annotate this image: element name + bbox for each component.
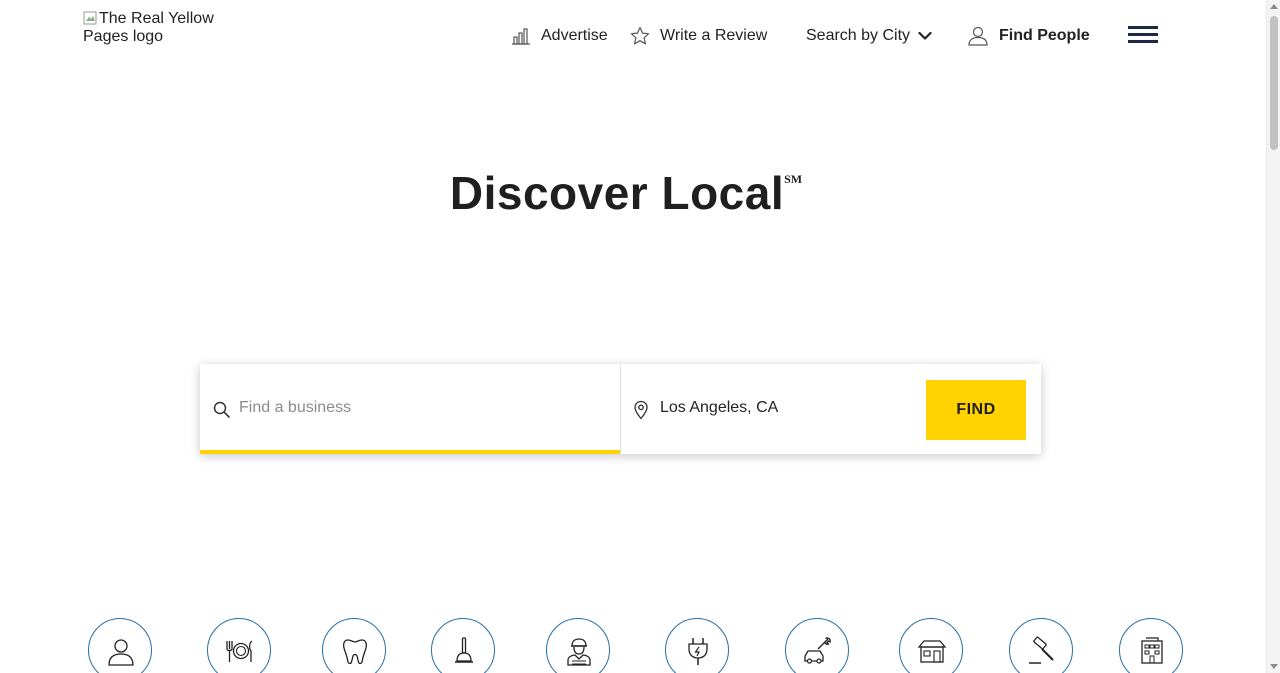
hero-title: Discover LocalSM (0, 166, 1252, 220)
nav-advertise[interactable]: Advertise (511, 24, 608, 48)
plunger-icon (455, 637, 473, 663)
category-dentists[interactable] (322, 618, 386, 673)
scrollbar-thumb[interactable] (1270, 16, 1278, 150)
store-icon (917, 640, 947, 663)
nav-write-review[interactable]: Write a Review (630, 24, 767, 48)
scroll-down-arrow-icon[interactable] (1270, 664, 1278, 669)
category-hotels[interactable] (1119, 618, 1183, 673)
search-icon (213, 401, 230, 418)
category-people[interactable] (88, 618, 152, 673)
person-icon (968, 26, 988, 46)
restaurant-icon (226, 640, 253, 662)
hamburger-menu-icon[interactable] (1128, 26, 1158, 44)
business-search-input[interactable] (239, 394, 599, 422)
nav-search-by-city[interactable]: Search by City (806, 24, 932, 48)
category-auto-repair[interactable] (785, 618, 849, 673)
person-icon (108, 639, 134, 666)
category-plumbers[interactable] (431, 618, 495, 673)
category-electricians[interactable] (665, 618, 729, 673)
location-pin-icon (634, 400, 648, 420)
chevron-down-icon (918, 31, 932, 40)
category-lawyers[interactable] (1009, 618, 1073, 673)
scroll-up-arrow-icon[interactable] (1270, 4, 1278, 9)
gavel-icon (1029, 636, 1054, 664)
building-icon (1141, 637, 1163, 664)
category-contractors[interactable] (546, 618, 610, 673)
logo-alt-text: The Real Yellow Pages logo (83, 10, 214, 45)
worker-icon (567, 638, 591, 666)
location-search-field (621, 364, 911, 454)
service-mark: SM (784, 172, 803, 186)
location-input[interactable] (660, 394, 900, 422)
auto-repair-icon (804, 637, 831, 664)
nav-write-review-label: Write a Review (660, 27, 768, 44)
category-stores[interactable] (899, 618, 963, 673)
broken-image-icon (83, 11, 97, 25)
star-icon (630, 26, 650, 45)
search-form: FIND (200, 364, 1041, 454)
nav-find-people[interactable]: Find People (967, 24, 1090, 48)
category-restaurants[interactable] (207, 618, 271, 673)
site-header: The Real Yellow Pages logo Advertise Wri… (0, 0, 1266, 70)
page-scrollbar[interactable] (1266, 0, 1280, 673)
business-search-field (200, 364, 620, 454)
find-button[interactable]: FIND (926, 380, 1026, 440)
electrical-plug-icon (688, 638, 708, 665)
hero-title-text: Discover Local (449, 167, 785, 219)
nav-find-people-label: Find People (999, 27, 1090, 44)
nav-advertise-label: Advertise (541, 27, 608, 44)
category-icons-row (0, 618, 1266, 673)
site-logo[interactable]: The Real Yellow Pages logo (83, 10, 233, 46)
bar-chart-icon (512, 28, 530, 45)
nav-search-by-city-label: Search by City (806, 27, 911, 44)
tooth-icon (342, 639, 368, 665)
